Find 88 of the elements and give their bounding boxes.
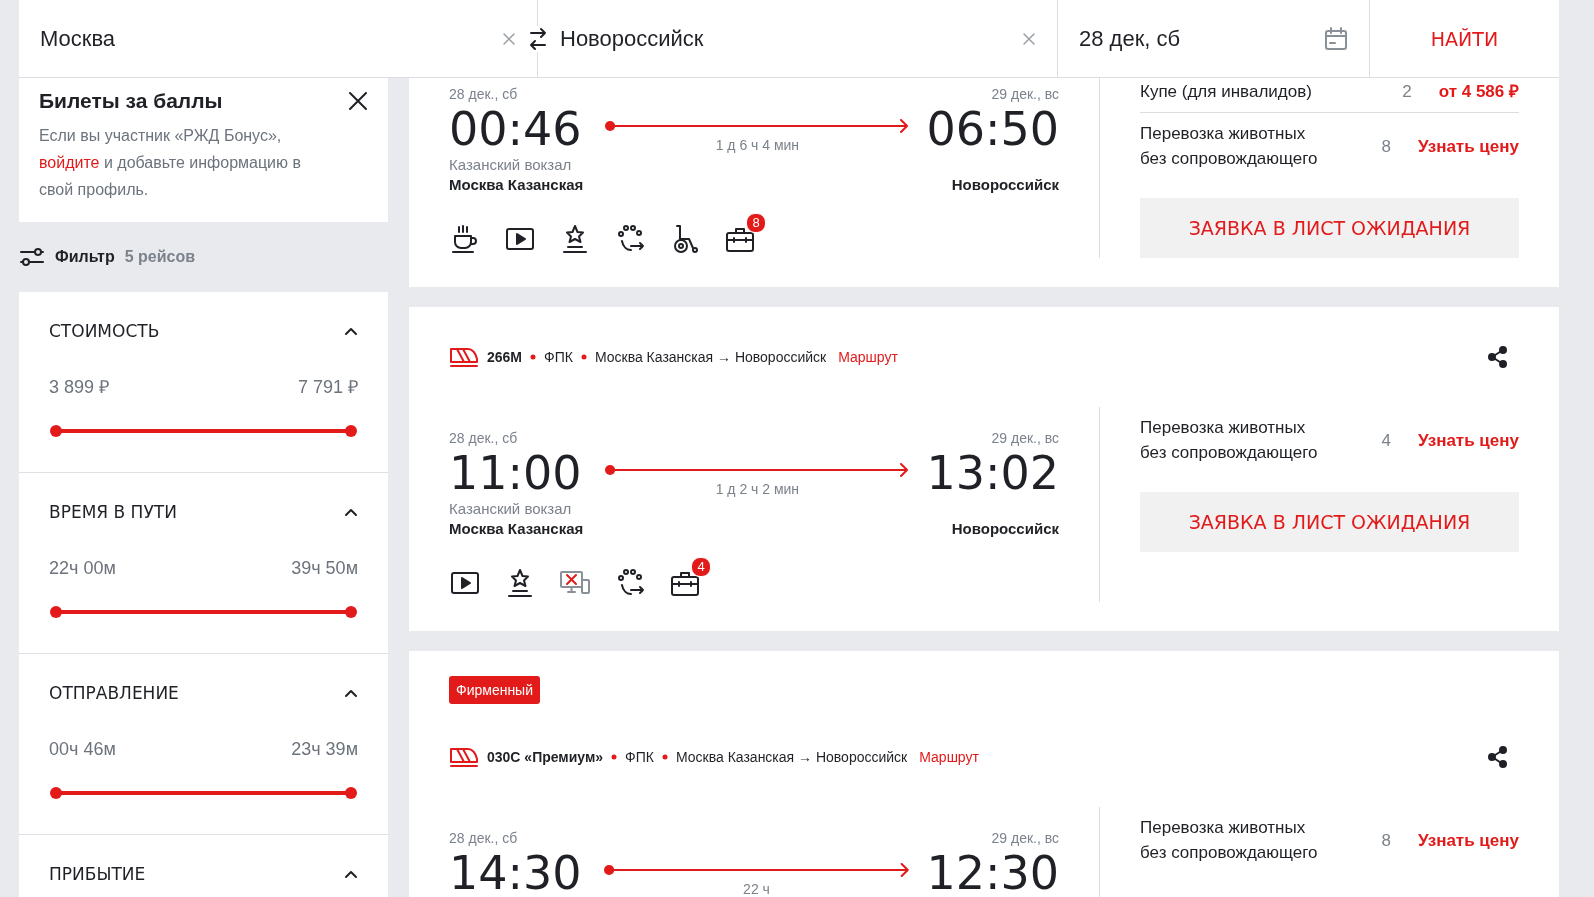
price-link[interactable]: Узнать цену [1417, 827, 1519, 853]
login-link[interactable]: войдите [39, 154, 100, 171]
close-button[interactable] [348, 91, 368, 111]
arrival-date: 29 дек., вс [990, 429, 1059, 447]
arrival-time: 13:02 [926, 447, 1059, 499]
waitlist-button[interactable]: ЗАЯВКА В ЛИСТ ОЖИДАНИЯ [1140, 198, 1519, 258]
seat-count: 4 [1381, 429, 1391, 452]
separator-dot [580, 354, 587, 360]
travel-duration: 1 д 6 ч 4 мин [715, 137, 800, 153]
trip-count: 5 рейсов [124, 248, 196, 266]
range-slider[interactable] [50, 425, 357, 437]
car-type: Купе (для инвалидов) [1140, 81, 1313, 103]
train-icon [449, 346, 479, 368]
route-text: Москва Казанская → Новороссийск [675, 749, 908, 765]
section-title: СТОИМОСТЬ [49, 321, 160, 341]
filter-label: Фильтр [55, 248, 115, 266]
arrival-time: 12:30 [926, 847, 1059, 897]
route-text: Москва Казанская → Новороссийск [594, 349, 827, 365]
departure-date: 28 дек., сб [449, 429, 519, 447]
car-type: Перевозка животных без сопровождающего [1140, 123, 1319, 170]
station-name: Казанский вокзал [449, 155, 573, 175]
departure-time: 14:30 [449, 847, 582, 897]
departure-city: Москва Казанская [449, 175, 584, 195]
section-title: ВРЕМЯ В ПУТИ [49, 502, 177, 522]
max-value: 39ч 50м [291, 557, 358, 579]
route-link[interactable]: Маршрут [838, 349, 898, 365]
count-badge: 4 [691, 557, 711, 577]
departure-city: Москва Казанская [449, 519, 584, 539]
carrier-name: ФПК [625, 749, 654, 765]
collapse-button[interactable] [344, 869, 358, 879]
train-badge: Фирменный [449, 676, 540, 704]
min-value: 3 899 ₽ [49, 376, 110, 398]
slider-thumb[interactable] [345, 425, 357, 437]
separator-dot [530, 354, 537, 360]
arrival-city: Новороссийск [950, 175, 1059, 195]
departure-date: 28 дек., сб [449, 829, 519, 847]
seat-count: 8 [1381, 829, 1391, 852]
clear-button[interactable] [501, 30, 517, 47]
calendar-icon [1323, 25, 1349, 52]
separator-dot [661, 754, 668, 760]
departure-time: 00:46 [449, 103, 583, 155]
travel-duration: 22 ч [743, 881, 770, 897]
arrival-date: 29 дек., вс [990, 829, 1059, 847]
filter-icon [19, 246, 45, 268]
train-number: 266М [487, 349, 523, 365]
arrival-date: 29 дек., вс [990, 85, 1059, 103]
panel-text: Если вы участник «РЖД Бонус», войдите и добавьте информацию в свой профиль. [39, 126, 302, 200]
car-type: Перевозка животных без сопровождающего [1140, 817, 1319, 864]
min-value: 00ч 46м [49, 738, 116, 760]
count-badge: 8 [746, 213, 766, 233]
price-link[interactable]: от 4 586 ₽ [1438, 79, 1519, 104]
car-type: Перевозка животных без сопровождающего [1140, 417, 1319, 464]
slider-thumb[interactable] [345, 606, 357, 618]
price-link[interactable]: Узнать цену [1417, 133, 1519, 159]
clear-button[interactable] [1021, 30, 1037, 47]
slider-thumb[interactable] [50, 425, 62, 437]
section-title: ОТПРАВЛЕНИЕ [49, 683, 179, 703]
slider-thumb[interactable] [50, 606, 62, 618]
carrier-name: ФПК [544, 349, 573, 365]
collapse-button[interactable] [344, 688, 358, 698]
arrival-time: 06:50 [926, 103, 1059, 155]
route-link[interactable]: Маршрут [919, 749, 979, 765]
waitlist-button[interactable]: ЗАЯВКА В ЛИСТ ОЖИДАНИЯ [1140, 492, 1519, 552]
collapse-button[interactable] [344, 326, 358, 336]
share-button[interactable] [1487, 746, 1509, 768]
train-icon [449, 746, 479, 768]
max-value: 7 791 ₽ [297, 376, 358, 398]
section-title: ПРИБЫТИЕ [49, 864, 146, 884]
range-slider[interactable] [50, 606, 357, 618]
to-field[interactable]: Новороссийск [538, 0, 1058, 77]
range-slider[interactable] [50, 787, 357, 799]
seat-count: 2 [1402, 81, 1412, 103]
slider-thumb[interactable] [345, 787, 357, 799]
share-button[interactable] [1487, 346, 1509, 368]
panel-title: Билеты за баллы [39, 89, 223, 113]
seat-count: 8 [1381, 135, 1391, 158]
collapse-button[interactable] [344, 507, 358, 517]
min-value: 22ч 00м [49, 557, 116, 579]
separator-dot [611, 754, 618, 760]
departure-date: 28 дек., сб [449, 85, 519, 103]
arrival-city: Новороссийск [950, 519, 1059, 539]
departure-time: 11:00 [449, 447, 583, 499]
slider-thumb[interactable] [50, 787, 62, 799]
train-number: 030С «Премиум» [487, 749, 604, 765]
station-name: Казанский вокзал [449, 499, 573, 519]
max-value: 23ч 39м [291, 738, 358, 760]
travel-duration: 1 д 2 ч 2 мин [715, 481, 800, 497]
price-link[interactable]: Узнать цену [1417, 427, 1519, 453]
